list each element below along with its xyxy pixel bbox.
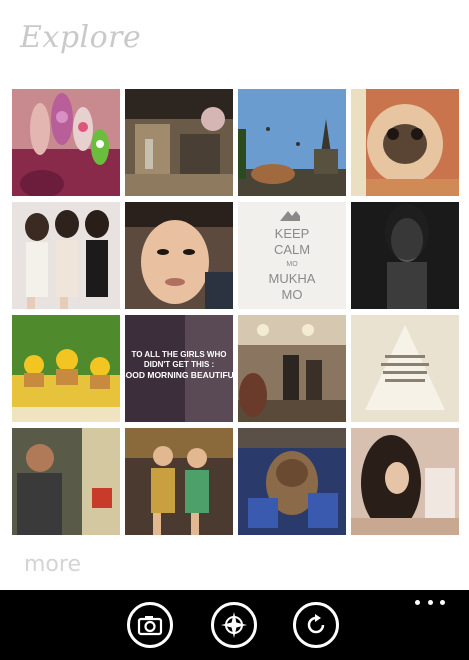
ellipsis-dot-icon [427, 599, 433, 605]
photo-girls-white[interactable] [12, 202, 120, 309]
girls-quote-line3: GOOD MORNING BEAUTIFUL [125, 370, 233, 380]
photo-triangle-quote[interactable] [351, 315, 459, 422]
more-link[interactable]: more [24, 552, 81, 577]
ellipsis-dot-icon [440, 599, 445, 605]
compass-icon [221, 612, 247, 638]
photo-grid: KEEP CALM MO MUKHA MO TO ALL THE GIRLS W… [0, 0, 469, 560]
photo-keep-calm[interactable]: KEEP CALM MO MUKHA MO [238, 202, 346, 309]
keep-calm-line5: MO [282, 287, 303, 302]
photo-nails[interactable] [12, 89, 120, 196]
photo-wookiee-toy[interactable] [238, 428, 346, 535]
girls-quote-line2: DIDN'T GET THIS : [144, 360, 214, 369]
photo-woman-hair[interactable] [351, 428, 459, 535]
photo-cafe[interactable] [238, 315, 346, 422]
more-options-button[interactable] [415, 590, 445, 614]
refresh-icon [307, 614, 325, 634]
ellipsis-dot-icon [415, 599, 420, 605]
camera-button[interactable] [127, 602, 173, 648]
explore-button[interactable] [211, 602, 257, 648]
keep-calm-line4: MUKHA [269, 271, 316, 286]
app-bar [0, 590, 469, 660]
girls-quote-line1: TO ALL THE GIRLS WHO [132, 350, 227, 359]
photo-boy-makeup[interactable] [125, 202, 233, 309]
camera-icon [137, 616, 163, 636]
photo-memorial[interactable] [238, 89, 346, 196]
keep-calm-line2: CALM [274, 242, 310, 257]
photo-girls-quote[interactable]: TO ALL THE GIRLS WHO DIDN'T GET THIS : G… [125, 315, 233, 422]
keep-calm-line1: KEEP [275, 226, 310, 241]
photo-market[interactable] [125, 89, 233, 196]
keep-calm-line3: MO [286, 261, 298, 268]
photo-cupcakes[interactable] [12, 315, 120, 422]
photo-pug[interactable] [351, 89, 459, 196]
refresh-button[interactable] [293, 602, 339, 648]
photo-portrait-bw[interactable] [351, 202, 459, 309]
photo-costume-girls[interactable] [125, 428, 233, 535]
photo-man-shop[interactable] [12, 428, 120, 535]
